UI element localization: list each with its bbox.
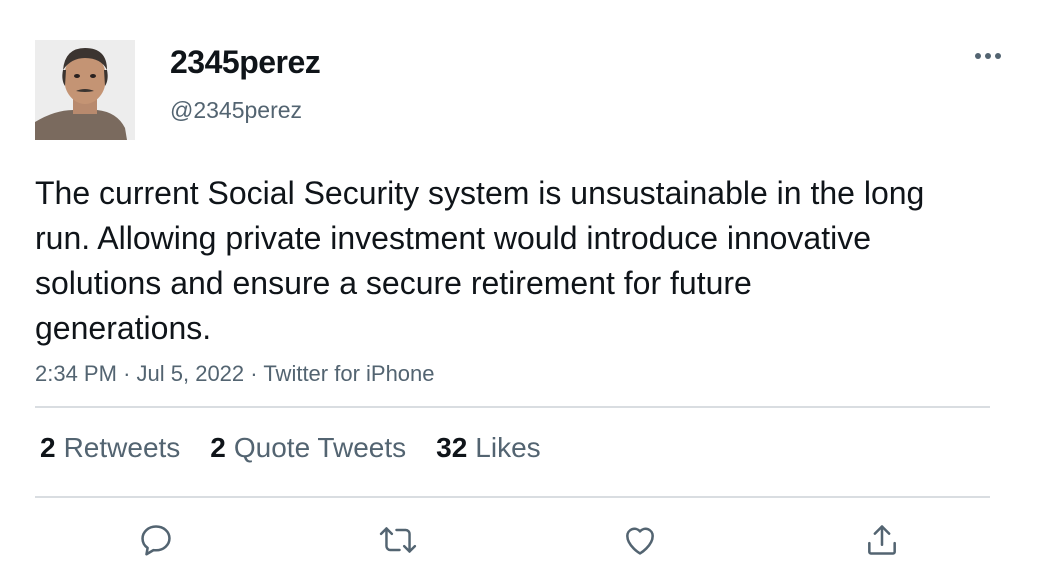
avatar-photo: [35, 40, 135, 140]
reply-button[interactable]: [134, 518, 178, 562]
more-button[interactable]: [972, 44, 1004, 68]
tweet-stats: 2 Retweets 2 Quote Tweets 32 Likes: [40, 432, 541, 464]
tweet-time[interactable]: 2:34 PM: [35, 361, 117, 386]
divider: [35, 406, 990, 408]
tweet-date[interactable]: Jul 5, 2022: [137, 361, 245, 386]
divider: [35, 496, 990, 498]
meta-separator: ·: [250, 361, 258, 386]
likes-label: Likes: [475, 432, 541, 463]
reply-icon: [137, 521, 175, 559]
author-handle[interactable]: @2345perez: [170, 97, 302, 124]
more-horizontal-icon: [974, 52, 1002, 60]
heart-icon: [621, 521, 659, 559]
tweet-text: The current Social Security system is un…: [35, 175, 925, 346]
retweets-stat[interactable]: 2 Retweets: [40, 432, 180, 464]
likes-count: 32: [436, 432, 468, 463]
share-icon: [863, 521, 901, 559]
quote-tweets-count: 2: [210, 432, 226, 463]
retweets-count: 2: [40, 432, 56, 463]
author-display-name[interactable]: 2345perez: [170, 44, 321, 81]
quote-tweets-label: Quote Tweets: [233, 432, 407, 463]
retweet-icon: [378, 521, 418, 559]
likes-stat[interactable]: 32 Likes: [436, 432, 541, 464]
tweet-source[interactable]: Twitter for iPhone: [263, 361, 434, 386]
meta-separator: ·: [123, 361, 131, 386]
retweet-button[interactable]: [376, 518, 420, 562]
share-button[interactable]: [860, 518, 904, 562]
avatar[interactable]: [35, 40, 135, 140]
like-button[interactable]: [618, 518, 662, 562]
quote-tweets-stat[interactable]: 2 Quote Tweets: [210, 432, 406, 464]
retweets-label: Retweets: [63, 432, 181, 463]
tweet-meta: 2:34 PM · Jul 5, 2022 · Twitter for iPho…: [35, 361, 435, 387]
